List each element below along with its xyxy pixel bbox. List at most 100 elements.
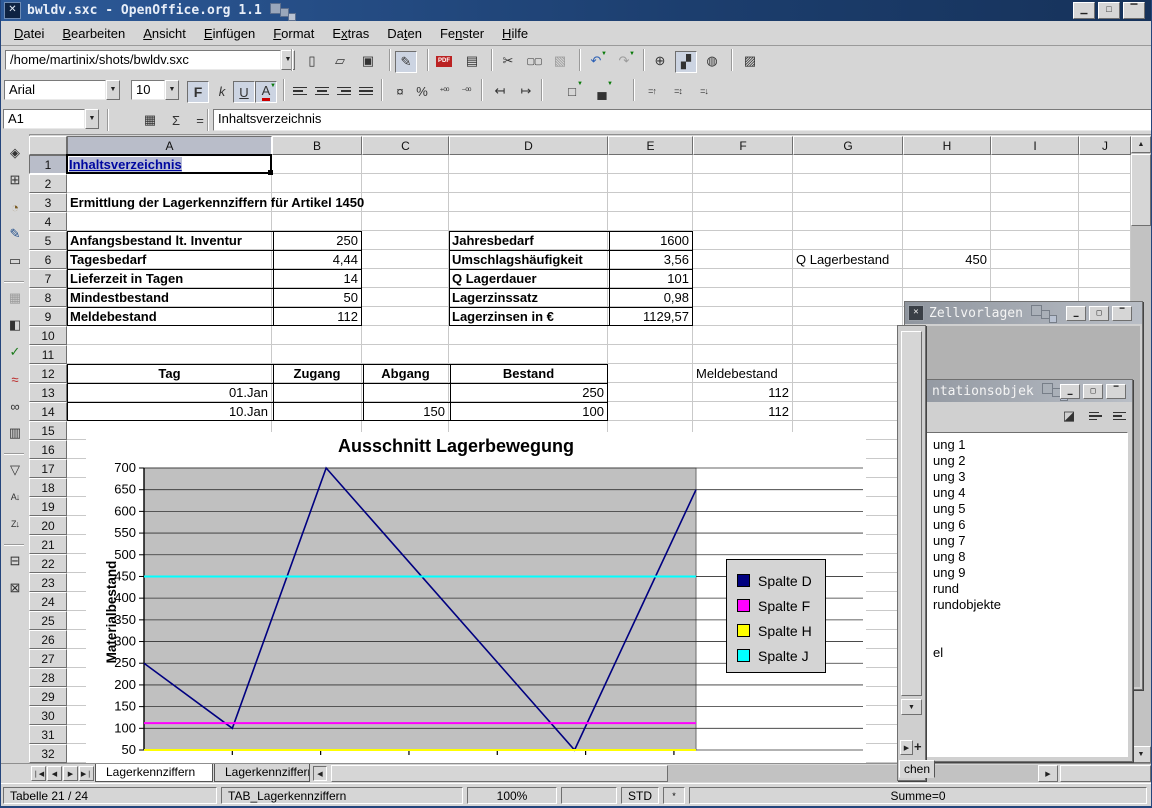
row-header-13[interactable]: 13	[29, 383, 67, 402]
menu-daten[interactable]: Daten	[378, 22, 431, 45]
cell-B8[interactable]: 50	[272, 288, 358, 307]
style-list-item[interactable]: ung 5	[933, 501, 1127, 517]
font-size-field[interactable]: 10	[131, 80, 165, 100]
row-header-18[interactable]: 18	[29, 478, 67, 497]
column-header-G[interactable]: G	[793, 136, 903, 155]
style-list-item[interactable]: el	[933, 645, 1127, 661]
row-header-23[interactable]: 23	[29, 573, 67, 592]
row-header-24[interactable]: 24	[29, 592, 67, 611]
column-header-J[interactable]: J	[1079, 136, 1131, 155]
row-header-3[interactable]: 3	[29, 193, 67, 212]
align-bottom-button[interactable]: =↓	[693, 80, 715, 102]
background-color-button[interactable]: ▄▼	[591, 80, 613, 102]
row-header-8[interactable]: 8	[29, 288, 67, 307]
export-pdf-icon[interactable]: PDF	[433, 50, 455, 72]
underline-button[interactable]: U	[233, 81, 255, 103]
italic-button[interactable]: k	[211, 80, 233, 102]
cell-B5[interactable]: 250	[272, 231, 358, 250]
cell-A12[interactable]: Tag	[67, 364, 272, 383]
style-list-item[interactable]	[933, 629, 1127, 645]
minimize-button[interactable]: ▁	[1073, 2, 1095, 19]
align-center-button[interactable]	[311, 80, 333, 102]
style-list-item[interactable]: ung 3	[933, 469, 1127, 485]
url-combo[interactable]: /home/martinix/shots/bwldv.sxc	[5, 50, 281, 70]
select-all-corner[interactable]	[29, 136, 67, 155]
row-header-9[interactable]: 9	[29, 307, 67, 326]
cell-A6[interactable]: Tagesbedarf	[70, 250, 146, 269]
strip-scroll-down-icon[interactable]: ▼	[901, 699, 922, 715]
move-handle-icon[interactable]: +	[914, 739, 922, 754]
navigator-icon[interactable]: ⊕	[649, 50, 671, 72]
cell-A5[interactable]: Anfangsbestand lt. Inventur	[70, 231, 242, 250]
menu-datei[interactable]: Datei	[5, 22, 53, 45]
style-list-item[interactable]: ung 7	[933, 533, 1127, 549]
cut-icon[interactable]: ✂	[497, 50, 519, 72]
cell-D6[interactable]: Umschlagshäufigkeit	[452, 250, 583, 269]
align-top-button[interactable]: =↑	[641, 80, 663, 102]
menu-format[interactable]: Format	[264, 22, 323, 45]
sheet-tab-1[interactable]: Lagerkennziffern	[95, 764, 213, 782]
fill-format-mode-icon[interactable]: ◪	[1058, 405, 1080, 427]
window-close-icon[interactable]: ✕	[4, 2, 21, 19]
cell-E7[interactable]: 101	[608, 269, 689, 288]
horizontal-scrollbar[interactable]	[668, 765, 1038, 782]
formula-input[interactable]: Inhaltsverzeichnis	[213, 109, 1152, 131]
cell-A7[interactable]: Lieferzeit in Tagen	[70, 269, 183, 288]
url-field[interactable]: /home/martinix/shots/bwldv.sxc	[5, 50, 281, 70]
scroll-right-icon[interactable]: ▶	[1038, 765, 1058, 782]
insert-object-icon[interactable]: ◔	[4, 196, 26, 218]
cell-E6[interactable]: 3,56	[608, 250, 689, 269]
autospellcheck-icon[interactable]: ≈	[4, 368, 26, 390]
style-list-item[interactable]	[933, 613, 1127, 629]
draw-functions-icon[interactable]: ✎	[4, 223, 26, 245]
stylist-icon[interactable]: ▞	[675, 51, 697, 73]
selection-mode-field[interactable]: STD	[621, 787, 659, 804]
font-size-dropdown-icon[interactable]: ▼	[165, 80, 179, 100]
align-justify-button[interactable]	[355, 80, 377, 102]
column-header-D[interactable]: D	[449, 136, 608, 155]
cell-B6[interactable]: 4,44	[272, 250, 358, 269]
cell-A9[interactable]: Meldebestand	[70, 307, 157, 326]
cell-reference[interactable]: A1	[3, 109, 85, 129]
add-decimal-button[interactable]: ⁺⁰⁰	[433, 80, 455, 102]
row-header-20[interactable]: 20	[29, 516, 67, 535]
find-replace-icon[interactable]: ∞	[4, 395, 26, 417]
previous-sheet-icon[interactable]: ◀	[47, 766, 62, 781]
currency-format-button[interactable]: ¤	[389, 80, 411, 102]
paste-icon[interactable]: ▧	[549, 50, 571, 72]
horizontal-scroll-thumb[interactable]	[331, 765, 668, 782]
redo-icon[interactable]: ↷▼	[613, 50, 635, 72]
cell-F14[interactable]: 112	[693, 402, 789, 421]
spellcheck-icon[interactable]: ✓	[4, 341, 26, 363]
maximize-button[interactable]: □	[1098, 2, 1120, 19]
cell-C14[interactable]: 150	[362, 402, 445, 421]
row-header-31[interactable]: 31	[29, 725, 67, 744]
sheet-tab-2[interactable]: Lagerkennziffern	[214, 764, 310, 782]
minimize-button[interactable]: ▁	[1060, 384, 1080, 399]
row-header-5[interactable]: 5	[29, 231, 67, 250]
increase-indent-button[interactable]: ↦	[515, 80, 537, 102]
autoformat-icon[interactable]: ▦	[4, 287, 26, 309]
row-header-22[interactable]: 22	[29, 554, 67, 573]
cell-B9[interactable]: 112	[272, 307, 358, 326]
cell-D14[interactable]: 100	[449, 402, 604, 421]
cell-D13[interactable]: 250	[449, 383, 604, 402]
equals-icon[interactable]: =	[189, 109, 211, 131]
row-header-26[interactable]: 26	[29, 630, 67, 649]
chart-object[interactable]: 5010015020025030035040045050055060065070…	[86, 432, 866, 763]
cell-E5[interactable]: 1600	[608, 231, 689, 250]
sort-descending-icon[interactable]: Z↓	[4, 513, 26, 535]
vertical-scroll-thumb[interactable]	[1131, 154, 1151, 226]
cell-A8[interactable]: Mindestbestand	[70, 288, 169, 307]
column-header-E[interactable]: E	[608, 136, 693, 155]
data-sources-icon[interactable]: ▥	[4, 422, 26, 444]
column-header-C[interactable]: C	[362, 136, 449, 155]
scroll-down-icon[interactable]: ▼	[1131, 746, 1151, 763]
cell-E9[interactable]: 1129,57	[608, 307, 689, 326]
decrease-indent-button[interactable]: ↤	[489, 80, 511, 102]
open-icon[interactable]: ▱	[329, 50, 351, 72]
cell-B12[interactable]: Zugang	[272, 364, 362, 383]
undo-icon[interactable]: ↶▼	[585, 50, 607, 72]
menu-hilfe[interactable]: Hilfe	[493, 22, 537, 45]
styles-list[interactable]: ung 1ung 2ung 3ung 4ung 5ung 6ung 7ung 8…	[902, 432, 1128, 757]
